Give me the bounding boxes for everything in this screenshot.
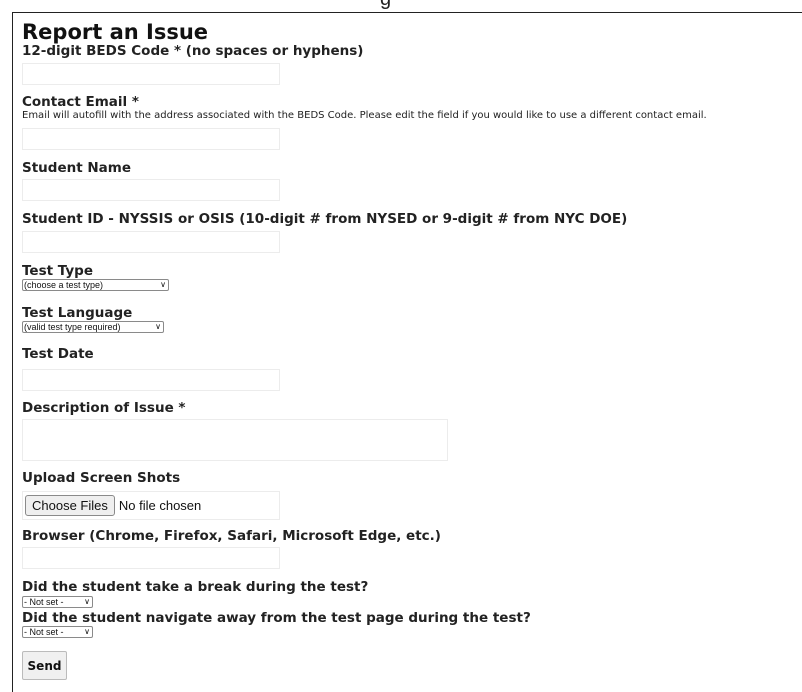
description-label: Description of Issue * [22,400,186,416]
file-status-text: No file chosen [118,498,202,513]
top-strip: g [0,0,802,12]
student-id-label: Student ID - NYSSIS or OSIS (10-digit # … [22,211,628,227]
description-textarea[interactable] [22,419,448,461]
test-language-selected: (valid test type required) [24,322,121,332]
student-name-label: Student Name [22,160,132,176]
student-name-input[interactable] [22,179,280,201]
break-question-label: Did the student take a break during the … [22,579,369,595]
contact-email-label: Contact Email * [22,94,139,110]
contact-email-help: Email will autofill with the address ass… [22,110,707,121]
break-selected: - Not set - [24,597,64,607]
browser-label: Browser (Chrome, Firefox, Safari, Micros… [22,528,441,544]
browser-input[interactable] [22,547,280,569]
navigate-selected: - Not set - [24,627,64,637]
upload-label: Upload Screen Shots [22,470,181,486]
beds-code-label: 12-digit BEDS Code * (no spaces or hyphe… [22,43,364,59]
navigate-select[interactable]: - Not set - ∨ [22,626,93,638]
page-title: Report an Issue [22,20,209,44]
break-select[interactable]: - Not set - ∨ [22,596,93,608]
chevron-down-icon: ∨ [84,597,90,606]
test-type-label: Test Type [22,263,93,279]
beds-code-input[interactable] [22,63,280,85]
top-cropped-text: g [380,0,391,11]
file-upload-field: Choose Files No file chosen [22,491,280,520]
choose-files-button[interactable]: Choose Files [25,495,115,516]
send-button[interactable]: Send [22,651,67,680]
test-type-select[interactable]: (choose a test type) ∨ [22,279,169,291]
chevron-down-icon: ∨ [155,322,161,331]
student-id-input[interactable] [22,231,280,253]
navigate-question-label: Did the student navigate away from the t… [22,610,531,626]
chevron-down-icon: ∨ [84,627,90,636]
test-type-selected: (choose a test type) [24,280,104,290]
test-date-input[interactable] [22,369,280,391]
test-language-select[interactable]: (valid test type required) ∨ [22,321,164,333]
test-date-label: Test Date [22,346,94,362]
report-form: Report an Issue 12-digit BEDS Code * (no… [12,12,802,692]
contact-email-input[interactable] [22,128,280,150]
chevron-down-icon: ∨ [160,280,166,289]
test-language-label: Test Language [22,305,133,321]
